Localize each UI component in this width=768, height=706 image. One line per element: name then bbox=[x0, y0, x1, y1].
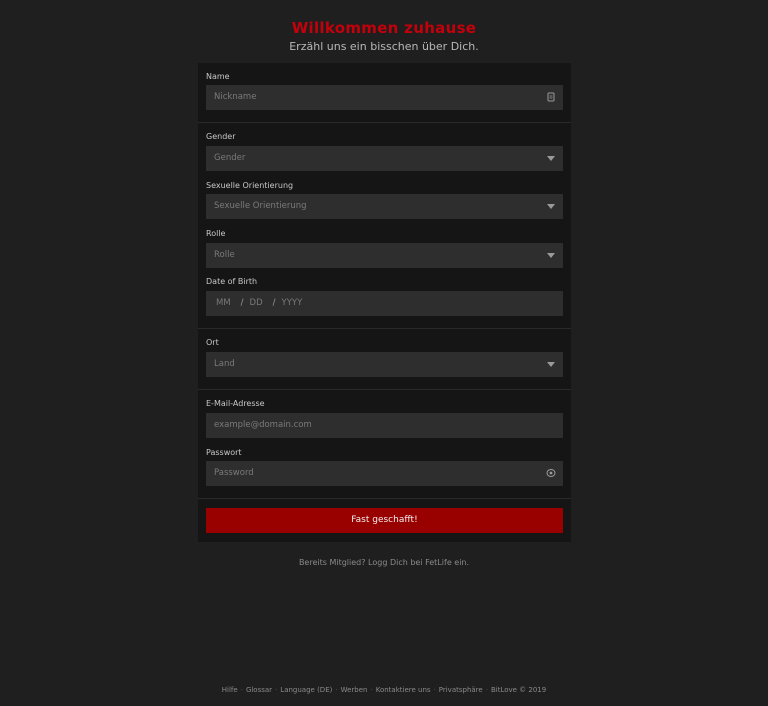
page-header: Willkommen zuhause Erzähl uns ein bissch… bbox=[0, 18, 768, 55]
dob-separator: / bbox=[272, 298, 276, 308]
footer-separator: · bbox=[433, 686, 436, 694]
orientation-placeholder: Sexuelle Orientierung bbox=[214, 201, 307, 211]
caret-down-icon bbox=[547, 253, 555, 258]
role-label: Rolle bbox=[206, 229, 226, 238]
footer-link-advertise[interactable]: Werben bbox=[341, 686, 368, 694]
gender-select[interactable]: Gender bbox=[206, 146, 563, 171]
footer: Hilfe · Glossar · Language (DE) · Werben · Konta… bbox=[0, 686, 768, 694]
name-section: Name Nickname bbox=[198, 63, 571, 123]
name-label: Name bbox=[206, 72, 230, 81]
footer-link-language[interactable]: Language (DE) bbox=[280, 686, 332, 694]
password-field[interactable]: Password bbox=[206, 461, 563, 486]
profile-section: Gender Gender Sexuelle Orientierung Sexu… bbox=[198, 123, 571, 329]
email-placeholder: example@domain.com bbox=[214, 420, 312, 430]
orientation-label: Sexuelle Orientierung bbox=[206, 181, 294, 190]
email-field[interactable]: example@domain.com bbox=[206, 413, 563, 438]
location-label: Ort bbox=[206, 338, 219, 347]
dob-input[interactable]: MM / DD / YYYY bbox=[206, 291, 563, 316]
dob-day[interactable]: DD bbox=[250, 298, 263, 308]
email-label: E-Mail-Adresse bbox=[206, 399, 265, 408]
location-section: Ort Land bbox=[198, 329, 571, 390]
page-title: Willkommen zuhause bbox=[291, 19, 477, 37]
dob-month[interactable]: MM bbox=[216, 298, 231, 308]
password-label: Passwort bbox=[206, 448, 242, 457]
orientation-select[interactable]: Sexuelle Orientierung bbox=[206, 194, 563, 219]
nickname-placeholder: Nickname bbox=[214, 92, 257, 102]
account-section: E-Mail-Adresse example@domain.com Passwo… bbox=[198, 390, 571, 499]
login-link[interactable]: Bereits Mitglied? Logg Dich bei FetLife … bbox=[0, 558, 768, 567]
caret-down-icon bbox=[547, 156, 555, 161]
footer-separator: · bbox=[370, 686, 373, 694]
footer-copyright: BitLove © 2019 bbox=[490, 686, 547, 694]
id-card-icon bbox=[547, 92, 555, 102]
footer-link-contact[interactable]: Kontaktiere uns bbox=[376, 686, 431, 694]
dob-label: Date of Birth bbox=[206, 277, 258, 286]
nickname-input[interactable]: Nickname bbox=[206, 85, 563, 110]
caret-down-icon bbox=[547, 362, 555, 367]
footer-separator: · bbox=[485, 686, 488, 694]
country-placeholder: Land bbox=[214, 359, 235, 369]
footer-separator: · bbox=[335, 686, 338, 694]
submit-button[interactable]: Fast geschafft! bbox=[206, 508, 563, 533]
gender-label: Gender bbox=[206, 132, 236, 141]
role-select[interactable]: Rolle bbox=[206, 243, 563, 268]
gender-placeholder: Gender bbox=[214, 153, 246, 163]
caret-down-icon bbox=[547, 204, 555, 209]
footer-link-privacy[interactable]: Privatsphäre bbox=[439, 686, 483, 694]
signup-form: Name Nickname Gender Gender Sexuelle Ori… bbox=[198, 63, 571, 542]
footer-separator: · bbox=[275, 686, 278, 694]
dob-year[interactable]: YYYY bbox=[282, 298, 303, 308]
dob-separator: / bbox=[240, 298, 244, 308]
password-placeholder: Password bbox=[214, 468, 254, 478]
eye-icon[interactable] bbox=[546, 468, 556, 478]
page-subtitle: Erzähl uns ein bisschen über Dich. bbox=[289, 40, 479, 53]
footer-separator: · bbox=[240, 686, 243, 694]
footer-link-glossary[interactable]: Glossar bbox=[246, 686, 272, 694]
role-placeholder: Rolle bbox=[214, 250, 235, 260]
country-select[interactable]: Land bbox=[206, 352, 563, 377]
footer-link-help[interactable]: Hilfe bbox=[222, 686, 238, 694]
